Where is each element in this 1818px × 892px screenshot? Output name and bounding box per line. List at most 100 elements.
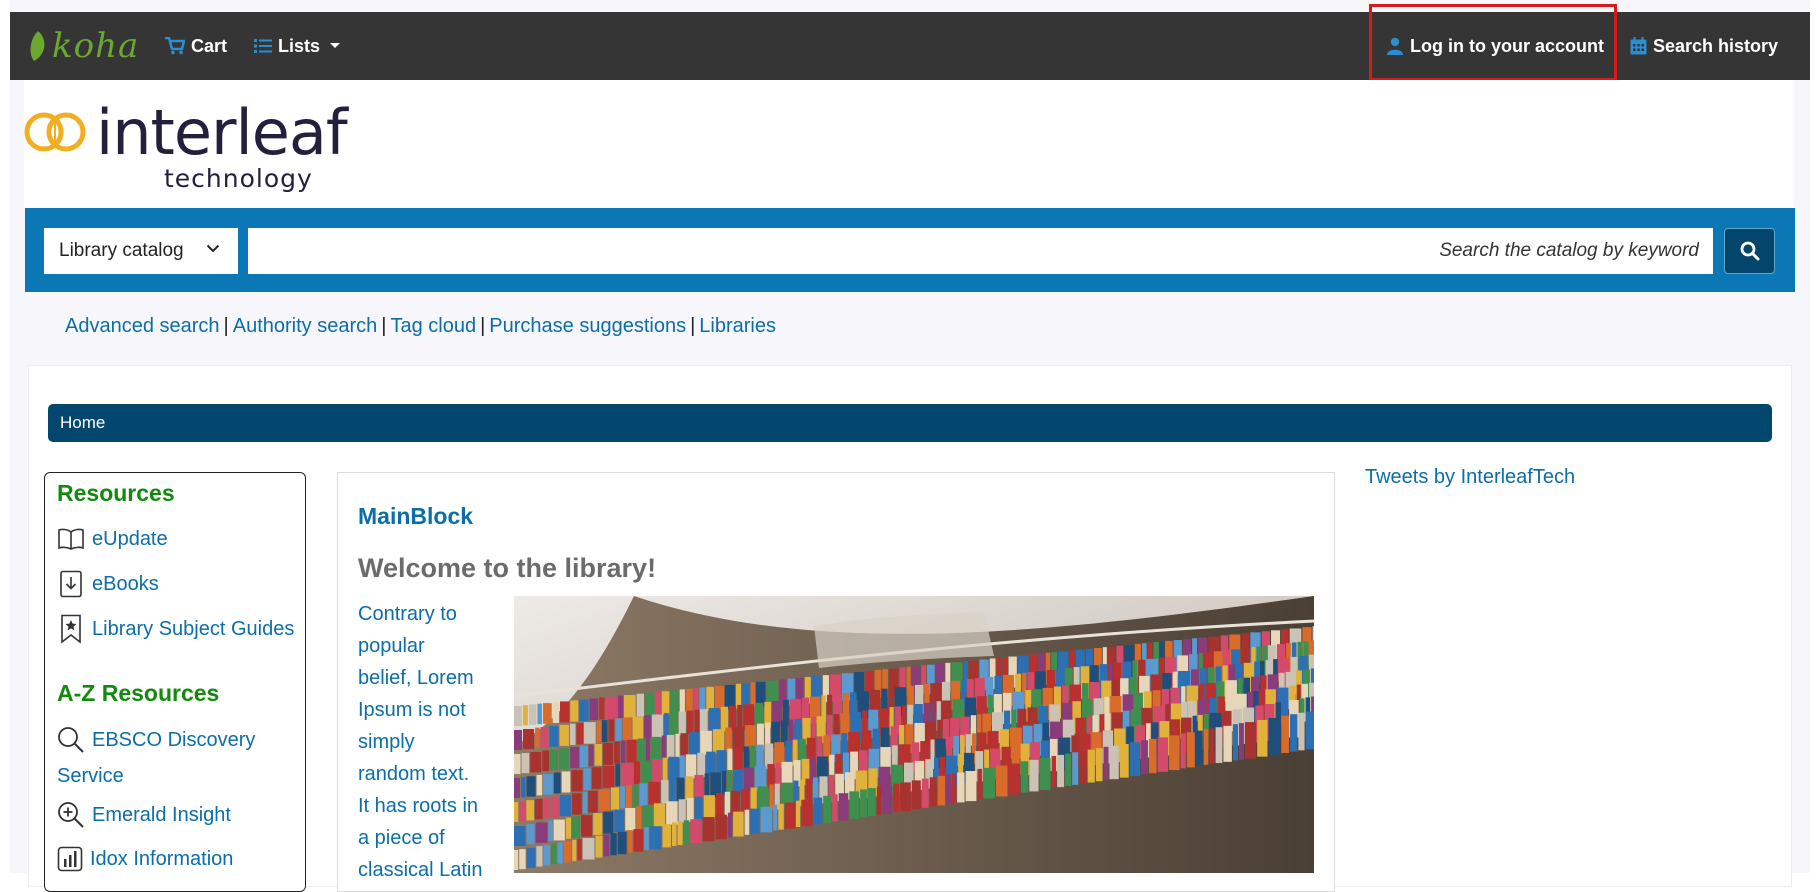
advanced-search-link[interactable]: Advanced search [65,315,220,337]
book-spine [530,751,542,773]
text-line: popular [358,635,425,657]
open-book-icon [58,528,84,550]
ebooks-link[interactable]: eBooks [57,570,159,598]
book-spine [1029,759,1039,792]
separator: | [223,315,229,337]
book-spine [760,806,773,833]
search-history-button[interactable]: Search history [1630,12,1778,80]
book-spine [588,790,598,813]
book-spine [591,767,602,790]
idox-information-link[interactable]: Idox Information [57,846,233,872]
book-spine [645,692,655,716]
book-spine [570,746,580,769]
book-spine [537,703,543,725]
book-spine [838,793,849,821]
catalog-select-value: Library catalog [59,240,184,261]
book-spine [727,812,733,838]
book-spine [937,775,946,806]
book-spine [676,777,685,802]
book-spine [686,797,694,822]
book-spine [1039,758,1051,790]
search-input[interactable] [248,228,1713,274]
catalog-select[interactable]: Library catalog [44,228,238,274]
book-spine [572,793,582,815]
book-spine [951,773,957,804]
book-spine [1215,727,1223,764]
book-spine [581,815,593,837]
book-spine [685,776,694,801]
book-spine [593,813,603,835]
book-spine [615,764,621,787]
book-spine [1072,752,1079,785]
book-spine [685,754,697,779]
book-spine [572,839,577,862]
book-spine [543,703,552,724]
purchase-suggestions-link[interactable]: Purchase suggestions [489,315,686,337]
book-spine [642,805,653,829]
book-spine [685,688,693,713]
book-spine [1281,715,1290,753]
book-spine [715,793,724,818]
book-spine [535,822,548,843]
book-spine [565,817,572,839]
tweets-link[interactable]: Tweets by InterleafTech [1365,466,1575,489]
book-spine [957,772,965,803]
book-spine [550,796,559,818]
eupdate-link[interactable]: eUpdate [57,527,168,551]
book-spine [750,808,760,834]
book-spine [849,791,860,819]
book-spine [670,690,679,714]
book-spine [832,794,838,822]
book-spine [543,844,551,866]
book-spine [614,741,620,764]
welcome-heading: Welcome to the library! [358,553,657,583]
book-spine [1238,723,1244,760]
tag-cloud-link[interactable]: Tag cloud [390,315,476,337]
library-shelves-image [514,596,1314,873]
idox-information-label: Idox Information [90,847,234,870]
text-line: Contrary to [358,603,457,625]
book-spine [706,751,716,776]
book-spine [652,758,662,783]
book-spine [580,745,588,768]
library-subject-guides-link[interactable]: Library Subject Guides [57,614,294,644]
ebooks-label: eBooks [92,572,159,595]
book-spine [666,801,678,825]
book-spine [648,781,661,805]
book-spine [542,750,550,772]
authority-search-link[interactable]: Authority search [233,315,378,337]
book-spine [1203,729,1209,765]
book-spine [965,770,977,802]
book-spine [625,807,636,831]
lists-dropdown[interactable]: Lists [254,12,347,80]
book-spine [528,704,537,725]
libraries-link[interactable]: Libraries [699,315,776,337]
book-spine [603,834,610,857]
breadcrumb-home[interactable]: Home [60,413,105,433]
interleaf-logo-icon[interactable] [24,108,86,156]
book-spine [773,804,778,831]
emerald-insight-label: Emerald Insight [92,803,231,826]
leaf-icon [30,31,45,61]
book-spine [1148,738,1157,774]
bookmark-star-icon [61,614,81,644]
book-spine [560,701,570,723]
book-spine [1109,745,1119,780]
book-spine [615,718,622,741]
book-spine [651,714,664,738]
search-button[interactable] [1724,228,1775,274]
book-spine [1195,730,1203,767]
koha-logo[interactable]: koha [28,26,139,66]
book-spine [1305,711,1314,750]
book-spine [1244,722,1257,759]
emerald-insight-link[interactable]: Emerald Insight [57,801,231,829]
ebsco-service-label: Service [57,765,124,787]
cart-button[interactable]: Cart [165,12,227,80]
ebsco-discovery-link[interactable]: EBSCO Discovery [57,726,255,754]
book-spine [669,712,678,736]
login-button[interactable]: Log in to your account [1386,12,1604,80]
book-spine [596,720,601,743]
ebsco-service-link[interactable]: Service [57,765,124,788]
book-spine [750,745,756,771]
book-spine [694,709,700,734]
